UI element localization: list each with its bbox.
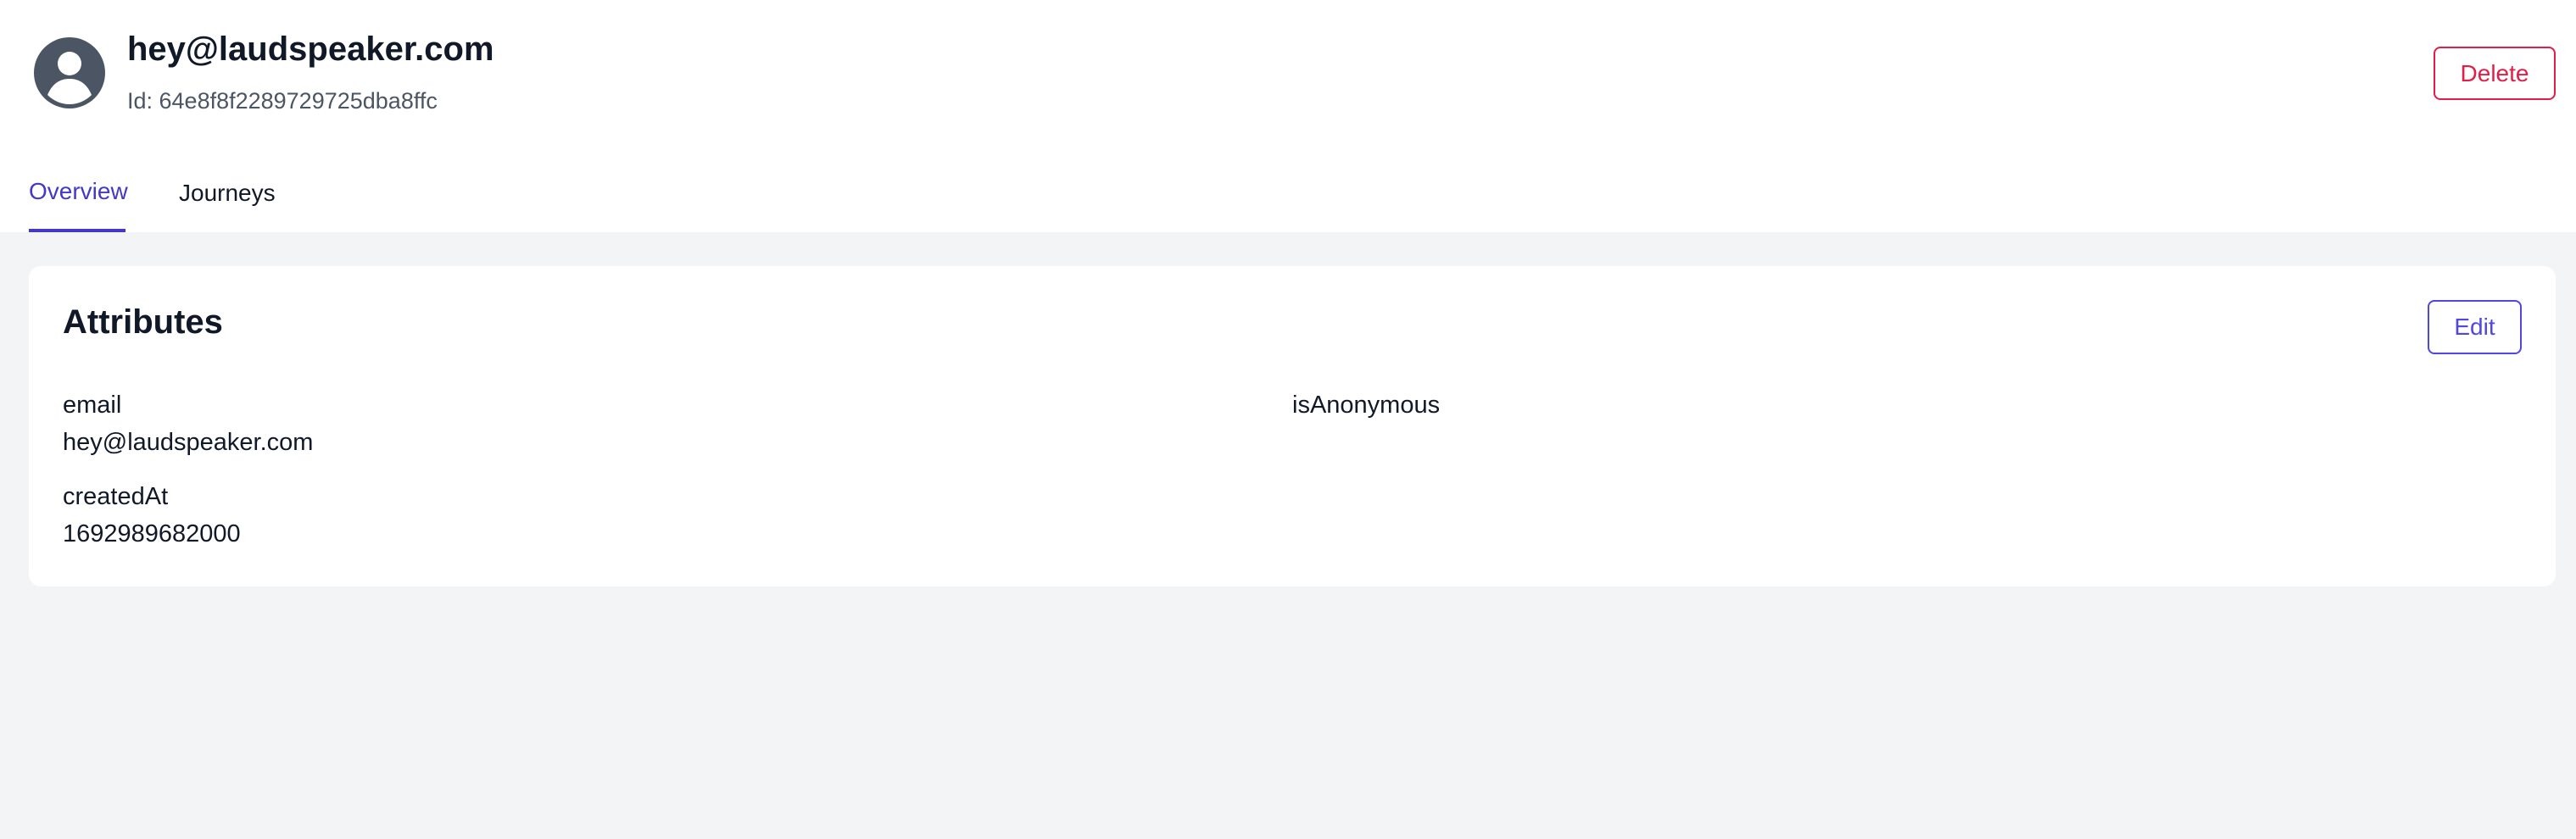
- tab-journeys[interactable]: Journeys: [179, 171, 276, 234]
- user-id-text: Id: 64e8f8f2289729725dba8ffc: [127, 88, 438, 114]
- attribute-value: hey@laudspeaker.com: [63, 429, 314, 456]
- attributes-card: Attributes Edit email hey@laudspeaker.co…: [29, 266, 2556, 586]
- tab-overview[interactable]: Overview: [29, 169, 128, 232]
- attribute-createdat: createdAt 1692989682000: [63, 478, 241, 553]
- profile-header: hey@laudspeaker.com Id: 64e8f8f228972972…: [0, 0, 2576, 232]
- edit-attributes-button[interactable]: Edit: [2428, 300, 2522, 354]
- attribute-key: email: [63, 392, 122, 419]
- profile-tabs: Overview Journeys: [0, 169, 2576, 232]
- customer-profile-page: hey@laudspeaker.com Id: 64e8f8f228972972…: [0, 0, 2576, 839]
- attributes-title: Attributes: [63, 303, 223, 341]
- attribute-key: createdAt: [63, 483, 169, 510]
- user-avatar-icon: [34, 37, 105, 108]
- page-title: hey@laudspeaker.com: [127, 31, 494, 68]
- user-circle-icon: [34, 37, 105, 108]
- attribute-email: email hey@laudspeaker.com: [63, 386, 313, 461]
- attribute-key: isAnonymous: [1292, 392, 1441, 419]
- delete-button[interactable]: Delete: [2434, 47, 2556, 100]
- attribute-value: 1692989682000: [63, 520, 241, 547]
- attribute-isanonymous: isAnonymous: [1292, 386, 1440, 424]
